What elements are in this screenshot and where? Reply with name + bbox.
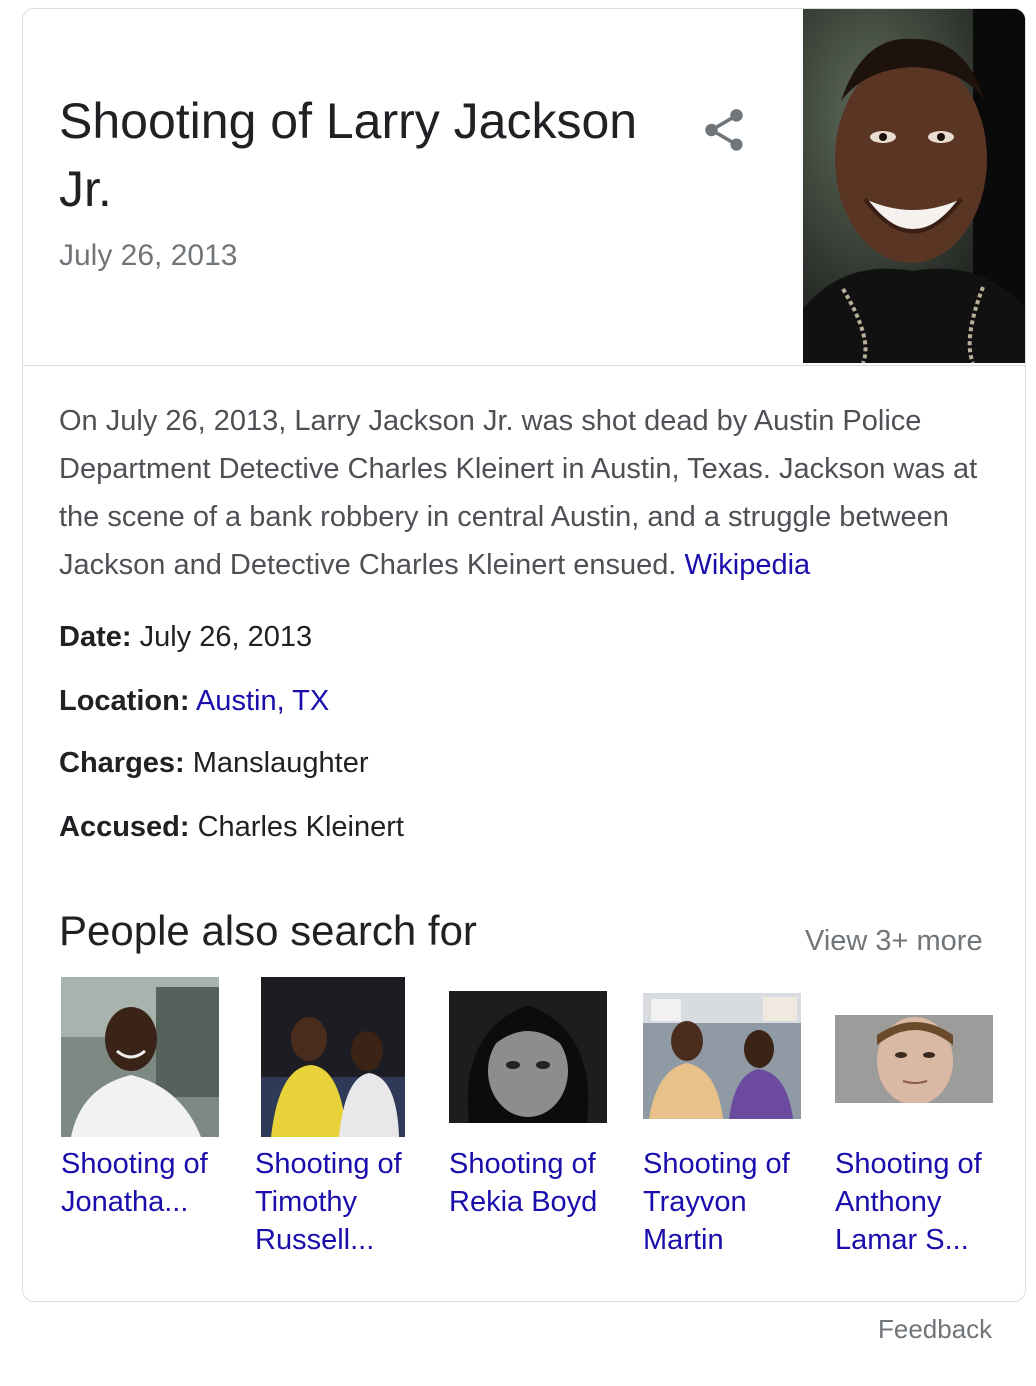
related-thumbnail [643, 993, 801, 1119]
related-item-anthony[interactable]: Shooting of Anthony Lamar S... [835, 977, 1005, 1267]
related-item-jonathan[interactable]: Shooting of Jonatha... [61, 977, 231, 1267]
panel-title: Shooting of Larry Jackson Jr. [59, 93, 638, 217]
related-label: Shooting of Jonatha... [61, 1148, 208, 1218]
related-thumbnail [61, 977, 219, 1137]
main-photo[interactable] [803, 9, 1025, 363]
description-text: On July 26, 2013, Larry Jackson Jr. was … [59, 405, 978, 581]
people-also-search-title: People also search for [59, 907, 477, 954]
fact-value: Charles Kleinert [197, 811, 404, 843]
panel-description: On July 26, 2013, Larry Jackson Jr. was … [59, 397, 989, 589]
fact-value: Manslaughter [192, 747, 369, 779]
panel-subtitle: July 26, 2013 [59, 239, 238, 272]
wikipedia-link[interactable]: Wikipedia [684, 549, 810, 581]
fact-label: Location: [59, 685, 190, 717]
related-item-timothy[interactable]: Shooting of Timothy Russell... [255, 977, 425, 1267]
related-item-rekia[interactable]: Shooting of Rekia Boyd [449, 977, 619, 1267]
related-thumbnail [261, 977, 405, 1137]
related-thumbnail [835, 1015, 993, 1103]
fact-label: Accused: [59, 811, 190, 843]
fact-row-location: Location: Austin, TX [59, 685, 329, 718]
share-icon [705, 109, 743, 151]
view-more-link[interactable]: View 3+ more [805, 925, 983, 958]
feedback-link[interactable]: Feedback [878, 1314, 992, 1345]
fact-row-accused: Accused: Charles Kleinert [59, 811, 404, 844]
related-item-trayvon[interactable]: Shooting of Trayvon Martin [643, 977, 813, 1267]
fact-label: Date: [59, 621, 132, 653]
related-label: Shooting of Timothy Russell... [255, 1148, 402, 1256]
related-label: Shooting of Anthony Lamar S... [835, 1148, 982, 1256]
fact-row-date: Date: July 26, 2013 [59, 621, 312, 654]
fact-row-charges: Charges: Manslaughter [59, 747, 368, 780]
fact-value: July 26, 2013 [139, 621, 313, 653]
portrait-image [803, 9, 1025, 363]
share-button[interactable] [699, 105, 749, 155]
location-link[interactable]: Austin, TX [196, 685, 329, 717]
related-label: Shooting of Trayvon Martin [643, 1148, 790, 1256]
fact-label: Charges: [59, 747, 185, 779]
related-thumbnail [449, 991, 607, 1123]
related-label: Shooting of Rekia Boyd [449, 1148, 598, 1218]
knowledge-panel: Shooting of Larry Jackson Jr. July 26, 2… [22, 8, 1026, 1302]
panel-header: Shooting of Larry Jackson Jr. July 26, 2… [23, 9, 1025, 366]
